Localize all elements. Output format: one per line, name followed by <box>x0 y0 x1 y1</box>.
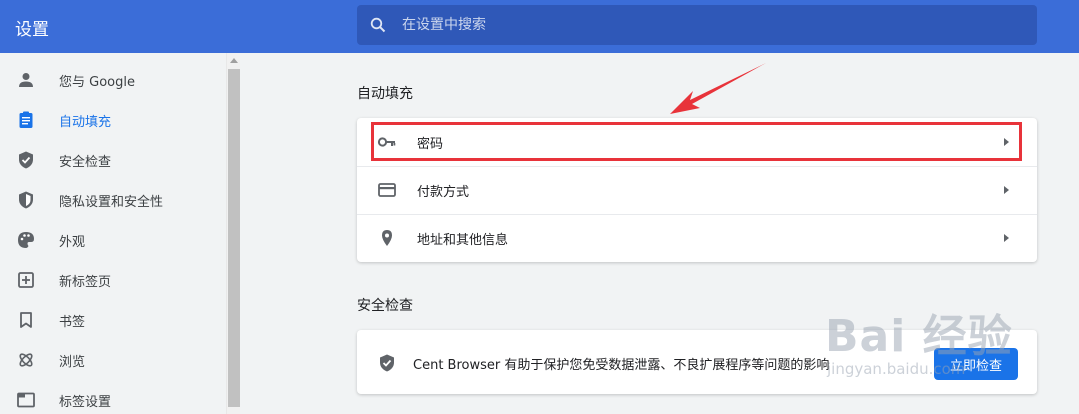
sidebar-item-label: 您与 Google <box>59 75 135 90</box>
top-bar: 设置 <box>0 0 1079 53</box>
safety-section-title: 安全检查 <box>357 298 413 314</box>
autofill-row-payment[interactable]: 付款方式 <box>357 166 1037 214</box>
shield-half-icon <box>19 191 33 209</box>
search-input[interactable] <box>402 5 1022 45</box>
sidebar-item-appearance[interactable]: 外观 <box>0 220 226 260</box>
chevron-right-icon <box>1004 234 1009 242</box>
chevron-right-icon <box>1004 186 1009 194</box>
sidebar-item-privacy[interactable]: 隐私设置和安全性 <box>0 180 226 220</box>
sidebar-item-label: 安全检查 <box>59 155 112 170</box>
sidebar-item-new-tab[interactable]: 新标签页 <box>0 260 226 300</box>
sidebar-item-label: 新标签页 <box>59 275 112 290</box>
row-label: 地址和其他信息 <box>417 233 509 248</box>
page-title: 设置 <box>15 20 49 40</box>
watermark-url: jingyan.baidu.com <box>827 360 966 378</box>
sidebar-scrollbar[interactable] <box>226 53 240 414</box>
palette-icon <box>18 232 34 248</box>
credit-card-icon <box>378 183 396 197</box>
bookmark-icon <box>20 312 32 328</box>
sidebar-item-browse[interactable]: 浏览 <box>0 340 226 380</box>
autofill-section-title: 自动填充 <box>357 86 413 102</box>
row-label: 付款方式 <box>417 185 470 200</box>
sidebar: 您与 Google 自动填充 安全检查 隐私设置和安全性 外观 新标签页 书签 … <box>0 53 226 414</box>
shield-check-icon <box>380 354 394 372</box>
sidebar-item-label: 书签 <box>59 315 86 330</box>
clipboard-icon <box>19 111 33 128</box>
scrollbar-thumb[interactable] <box>228 69 240 407</box>
sidebar-item-safety-check[interactable]: 安全检查 <box>0 140 226 180</box>
sidebar-item-label: 浏览 <box>59 355 86 370</box>
shield-check-icon <box>19 151 33 169</box>
sidebar-item-label: 标签设置 <box>59 395 112 410</box>
sidebar-item-tab-settings[interactable]: 标签设置 <box>0 380 226 414</box>
annotation-arrow <box>670 63 766 114</box>
safety-description: Cent Browser 有助于保护您免受数据泄露、不良扩展程序等问题的影响 <box>413 358 830 373</box>
autofill-row-addresses[interactable]: 地址和其他信息 <box>357 214 1037 262</box>
sidebar-item-google[interactable]: 您与 Google <box>0 60 226 100</box>
highlight-box <box>371 122 1022 161</box>
search-box[interactable] <box>357 5 1037 45</box>
new-tab-icon <box>18 272 34 288</box>
watermark-brand: Bai 经验 <box>825 311 1013 362</box>
sidebar-item-bookmarks[interactable]: 书签 <box>0 300 226 340</box>
location-pin-icon <box>382 230 392 246</box>
sidebar-item-label: 外观 <box>59 235 86 250</box>
browse-icon <box>19 353 33 367</box>
sidebar-item-label: 自动填充 <box>59 115 112 130</box>
sidebar-item-autofill[interactable]: 自动填充 <box>0 100 226 140</box>
tab-icon <box>17 392 35 408</box>
sidebar-item-label: 隐私设置和安全性 <box>59 195 164 210</box>
scroll-up-icon[interactable] <box>230 58 238 63</box>
search-icon <box>370 17 386 33</box>
person-icon <box>19 73 33 87</box>
